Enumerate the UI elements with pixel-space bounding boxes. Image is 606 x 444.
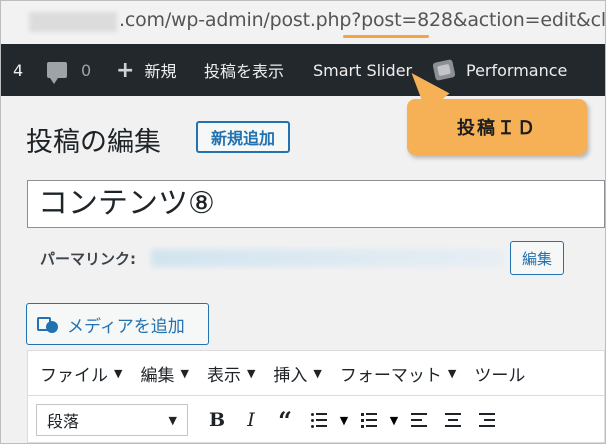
editor-toolbar: 段落 ▼ B I “ ▼ ▼ bbox=[28, 395, 605, 443]
menu-view-label: 表示 bbox=[206, 365, 241, 386]
align-center-icon bbox=[445, 413, 461, 427]
italic-button[interactable]: I bbox=[234, 404, 268, 436]
menu-tools[interactable]: ツール bbox=[474, 361, 525, 386]
view-post-link[interactable]: 投稿を表示 bbox=[204, 44, 284, 96]
browser-address-bar[interactable]: .com/wp-admin/post.php?post=828&action=e… bbox=[1, 1, 605, 44]
align-center-button[interactable] bbox=[436, 404, 470, 436]
bullet-list-icon bbox=[311, 413, 327, 428]
chevron-down-icon: ▼ bbox=[313, 366, 322, 380]
format-select[interactable]: 段落 ▼ bbox=[36, 404, 188, 436]
wp-admin-bar: 4 0 + 新規 投稿を表示 Smart Slider Performance bbox=[1, 44, 605, 96]
chevron-down-icon: ▼ bbox=[114, 366, 123, 380]
align-right-icon bbox=[479, 413, 495, 427]
bold-button[interactable]: B bbox=[200, 404, 234, 436]
menu-insert-label: 挿入 bbox=[273, 365, 308, 386]
performance-menu[interactable]: Performance bbox=[432, 44, 568, 96]
post-id-callout: 投稿ＩＤ bbox=[407, 99, 587, 155]
align-right-button[interactable] bbox=[470, 404, 504, 436]
add-media-label: メディアを追加 bbox=[67, 316, 185, 337]
menu-view[interactable]: 表示 ▼ bbox=[207, 361, 255, 386]
comments-item[interactable]: 0 bbox=[47, 44, 91, 96]
format-select-value: 段落 bbox=[47, 412, 80, 431]
chevron-down-icon: ▼ bbox=[180, 366, 189, 380]
align-left-icon bbox=[411, 413, 427, 427]
screenshot-frame: .com/wp-admin/post.php?post=828&action=e… bbox=[0, 0, 606, 444]
page-title: 投稿の編集 bbox=[26, 127, 161, 158]
post-id-highlight-underline bbox=[343, 35, 429, 38]
url-domain-blurred bbox=[29, 12, 117, 32]
url-text[interactable]: .com/wp-admin/post.php?post=828&action=e… bbox=[119, 9, 605, 31]
chevron-down-icon[interactable]: ▼ bbox=[386, 414, 402, 427]
smart-slider-label: Smart Slider bbox=[313, 60, 413, 80]
menu-edit-label: 編集 bbox=[140, 365, 175, 386]
permalink-label: パーマリンク: bbox=[40, 250, 136, 268]
permalink-url-blurred[interactable] bbox=[151, 249, 503, 267]
new-content-menu[interactable]: + 新規 bbox=[116, 44, 176, 96]
chevron-down-icon: ▼ bbox=[168, 413, 177, 427]
numbered-list-icon bbox=[361, 413, 377, 428]
smart-slider-menu[interactable]: Smart Slider bbox=[313, 44, 412, 96]
blockquote-button[interactable]: “ bbox=[268, 404, 302, 436]
menu-file-label: ファイル bbox=[40, 365, 108, 386]
add-media-button[interactable]: メディアを追加 bbox=[26, 303, 209, 345]
view-post-label: 投稿を表示 bbox=[204, 62, 285, 81]
edit-permalink-button[interactable]: 編集 bbox=[510, 241, 564, 275]
classic-editor: ファイル ▼ 編集 ▼ 表示 ▼ 挿入 ▼ フォーマット ▼ ツール 段落 ▼ B I “ bbox=[27, 350, 605, 443]
menu-edit[interactable]: 編集 ▼ bbox=[140, 361, 188, 386]
menu-file[interactable]: ファイル ▼ bbox=[40, 361, 122, 386]
numbered-list-button[interactable] bbox=[352, 404, 386, 436]
menu-tools-label: ツール bbox=[474, 365, 526, 386]
updates-count: 4 bbox=[13, 60, 24, 80]
callout-text: 投稿ＩＤ bbox=[457, 118, 537, 139]
menu-format-label: フォーマット bbox=[339, 365, 442, 386]
plus-icon: + bbox=[116, 57, 135, 83]
media-icon bbox=[37, 314, 59, 334]
editor-menubar: ファイル ▼ 編集 ▼ 表示 ▼ 挿入 ▼ フォーマット ▼ ツール bbox=[28, 351, 605, 395]
comments-count: 0 bbox=[81, 60, 92, 80]
post-title-input[interactable]: コンテンツ⑧ bbox=[27, 180, 605, 228]
menu-insert[interactable]: 挿入 ▼ bbox=[273, 361, 321, 386]
chevron-down-icon: ▼ bbox=[246, 366, 256, 380]
add-new-button[interactable]: 新規追加 bbox=[196, 121, 290, 153]
align-left-button[interactable] bbox=[402, 404, 436, 436]
new-content-label: 新規 bbox=[144, 62, 177, 81]
comment-icon bbox=[47, 62, 67, 84]
updates-item[interactable]: 4 bbox=[13, 44, 23, 96]
bullet-list-button[interactable] bbox=[302, 404, 336, 436]
chevron-down-icon[interactable]: ▼ bbox=[336, 414, 352, 427]
menu-format[interactable]: フォーマット ▼ bbox=[340, 361, 456, 386]
chevron-down-icon: ▼ bbox=[447, 366, 457, 380]
performance-label: Performance bbox=[466, 60, 568, 80]
